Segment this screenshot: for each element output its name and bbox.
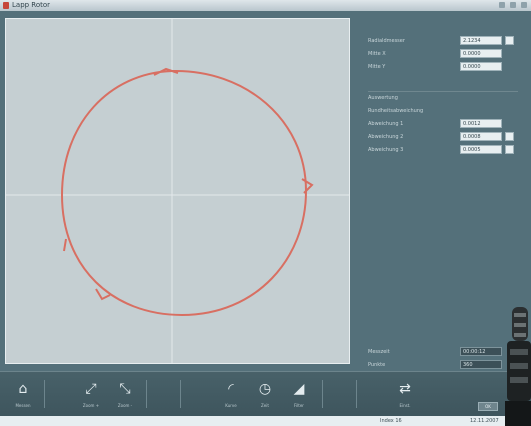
fit-row: Abweichung 1 0.0012 xyxy=(368,119,518,129)
fit-row: Abweichung 2 0.0008 xyxy=(368,132,518,142)
summary-value[interactable]: 360 xyxy=(460,360,502,369)
roundness-plot xyxy=(5,18,350,364)
summary-row: Messzeit 00:00:12 xyxy=(368,347,518,357)
main-area: Radialdmesser 2.1234 Mitte X 0.0000 Mitt… xyxy=(0,11,531,371)
toolbar-separator xyxy=(44,380,45,408)
wedge-icon: ◢ xyxy=(293,381,305,397)
window-controls xyxy=(499,2,527,8)
zoom-in-icon: ⤢ xyxy=(85,381,97,397)
fit-button[interactable] xyxy=(505,132,514,141)
readout-value[interactable]: 0.0000 xyxy=(460,49,502,58)
filter-button[interactable]: ◢ Filter xyxy=(284,376,314,412)
measured-profile xyxy=(60,69,308,317)
clock-icon: ◷ xyxy=(258,381,272,397)
toolbar-separator xyxy=(322,380,323,408)
toolbar-separator xyxy=(180,380,181,408)
status-index: Index 16 xyxy=(380,418,402,424)
bottom-toolbar: ⌂ Messen ⤢ Zoom + ⤡ Zoom - ◜ Kurve ◷ Zei… xyxy=(0,371,531,417)
fit-value[interactable]: 0.0012 xyxy=(460,119,502,128)
fit-value[interactable]: 0.0008 xyxy=(460,132,502,141)
fit-value[interactable]: 0.0005 xyxy=(460,145,502,154)
plot-canvas xyxy=(6,19,349,363)
profile-deviation-right xyxy=(301,178,314,194)
readout-value[interactable]: 0.0000 xyxy=(460,62,502,71)
profile-deviation-left xyxy=(63,238,67,252)
settings-icon: ⇄ xyxy=(399,381,411,397)
fit-row: Abweichung 3 0.0005 xyxy=(368,145,518,155)
minimize-button[interactable] xyxy=(499,2,505,8)
status-bar: Index 16 12.11.2007 xyxy=(0,416,531,426)
probe-photo xyxy=(505,307,531,426)
ok-button[interactable]: OK xyxy=(478,402,498,411)
summary-row: Punkte 360 xyxy=(368,360,518,370)
maximize-button[interactable] xyxy=(510,2,516,8)
close-button[interactable] xyxy=(521,2,527,8)
readout-row: Mitte Y 0.0000 xyxy=(368,62,518,72)
measure-icon: ⌂ xyxy=(18,381,28,397)
readout-button[interactable] xyxy=(505,36,514,45)
readout-panel: Radialdmesser 2.1234 Mitte X 0.0000 Mitt… xyxy=(360,22,520,377)
title-bar: Lapp Rotor xyxy=(0,0,531,11)
curve-button[interactable]: ◜ Kurve xyxy=(216,376,246,412)
zoom-out-icon: ⤡ xyxy=(119,381,131,397)
section-title: Auswertung xyxy=(368,95,398,101)
toolbar-separator xyxy=(356,380,357,408)
readout-row: Mitte X 0.0000 xyxy=(368,49,518,59)
summary-value[interactable]: 00:00:12 xyxy=(460,347,502,356)
time-button[interactable]: ◷ Zeit xyxy=(250,376,280,412)
chart-icon: ◜ xyxy=(228,381,234,397)
zoom-out-button[interactable]: ⤡ Zoom - xyxy=(110,376,140,412)
fit-button[interactable] xyxy=(505,145,514,154)
zoom-in-button[interactable]: ⤢ Zoom + xyxy=(76,376,106,412)
window-title: Lapp Rotor xyxy=(12,1,51,9)
measure-button[interactable]: ⌂ Messen xyxy=(8,376,38,412)
readout-value[interactable]: 2.1234 xyxy=(460,36,502,45)
status-date: 12.11.2007 xyxy=(470,418,499,424)
toolbar-separator xyxy=(146,380,147,408)
section-divider xyxy=(368,91,518,92)
app-icon xyxy=(3,2,9,9)
settings-button[interactable]: ⇄ Einst. xyxy=(390,376,420,412)
profile-deviation-bottom xyxy=(95,288,111,301)
subsection-title: Rundheitsabweichung xyxy=(368,108,424,114)
readout-row: Radialdmesser 2.1234 xyxy=(368,36,518,46)
